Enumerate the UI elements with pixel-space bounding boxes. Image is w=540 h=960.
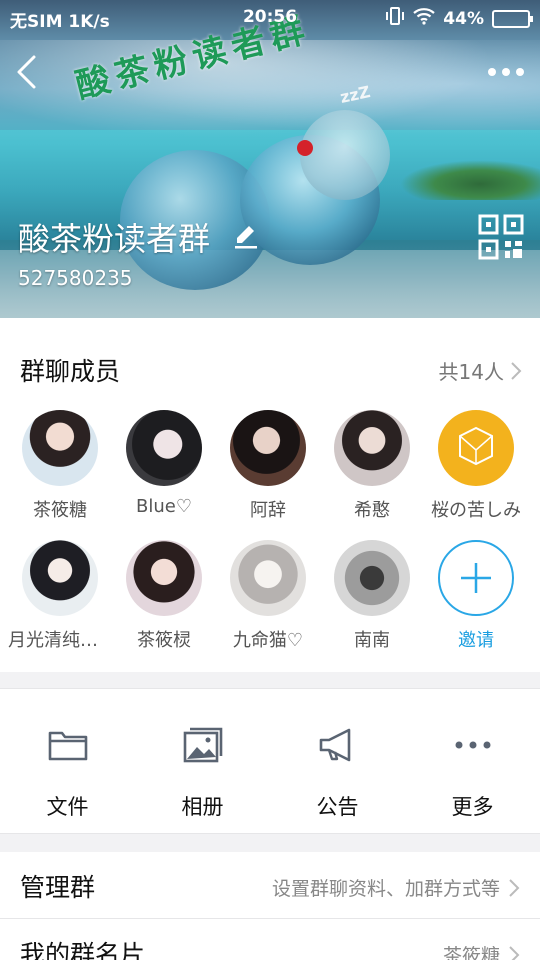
group-id: 527580235 — [18, 266, 133, 290]
more-options-button[interactable] — [484, 58, 528, 86]
my-group-card-row[interactable]: 我的群名片 茶筱糖 — [0, 919, 540, 960]
manage-group-label: 管理群 — [20, 873, 96, 902]
invite-label: 邀请 — [458, 630, 494, 651]
qr-code-icon[interactable] — [478, 214, 524, 260]
member-item[interactable]: 茶筱棂 — [112, 540, 216, 652]
manage-group-value-wrap: 设置群聊资料、加群方式等 — [272, 874, 520, 901]
member-item[interactable]: 阿辞 — [216, 410, 320, 522]
add-icon — [438, 540, 514, 616]
status-bar: 无SIM 1K/s 20:56 44% — [0, 0, 540, 36]
member-name: 阿辞 — [250, 500, 286, 521]
invite-button[interactable]: 邀请 — [424, 540, 528, 652]
avatar — [126, 410, 202, 486]
avatar — [22, 540, 98, 616]
members-count-link[interactable]: 共14人 — [439, 356, 522, 385]
files-button[interactable]: 文件 — [0, 689, 135, 835]
member-name: 南南 — [354, 630, 390, 651]
cover-doraemon-head — [300, 110, 390, 200]
back-button[interactable] — [8, 52, 44, 92]
manage-group-row[interactable]: 管理群 设置群聊资料、加群方式等 — [0, 852, 540, 918]
member-name: 希憨 — [354, 500, 390, 521]
members-count: 共14人 — [438, 360, 504, 384]
battery-icon — [492, 9, 533, 28]
photo-album-icon — [182, 725, 224, 765]
album-label: 相册 — [181, 795, 224, 819]
member-item[interactable]: 桜の苦しみ — [424, 410, 528, 522]
actions-section: 文件 相册 公告 更多 — [0, 688, 540, 834]
avatar — [22, 410, 98, 486]
member-item[interactable]: 九命猫♡ — [216, 540, 320, 652]
avatar — [438, 410, 514, 486]
my-group-card-value: 茶筱糖 — [442, 945, 500, 960]
my-group-card-label: 我的群名片 — [20, 940, 146, 960]
my-group-card-value-wrap: 茶筱糖 — [443, 941, 520, 960]
more-label: 更多 — [451, 795, 494, 819]
announcement-label: 公告 — [316, 795, 359, 819]
members-title: 群聊成员 — [20, 357, 121, 386]
more-button[interactable]: 更多 — [405, 689, 540, 835]
group-name: 酸茶粉读者群 — [18, 220, 211, 258]
avatar — [230, 540, 306, 616]
chevron-right-icon — [511, 361, 522, 380]
member-item[interactable]: 茶筱糖 — [8, 410, 112, 522]
album-button[interactable]: 相册 — [135, 689, 270, 835]
member-name: 桜の苦しみ — [431, 500, 521, 521]
more-dots-icon — [488, 68, 524, 76]
announcement-button[interactable]: 公告 — [270, 689, 405, 835]
files-label: 文件 — [46, 795, 89, 819]
cover-bell — [297, 140, 313, 156]
avatar — [334, 540, 410, 616]
member-item[interactable]: Blue♡ — [112, 410, 216, 517]
member-name: 茶筱棂 — [137, 630, 191, 651]
megaphone-icon — [317, 725, 359, 765]
back-arrow-icon — [17, 55, 36, 89]
group-cover-banner[interactable]: 酸茶粉读者群 zzZ 无SIM 1K/s 20:56 44% 酸茶粉读者群 52… — [0, 0, 540, 318]
member-name: Blue♡ — [136, 496, 192, 517]
member-name: 茶筱糖 — [33, 500, 87, 521]
edit-name-icon[interactable] — [232, 222, 260, 250]
member-item[interactable]: 南南 — [320, 540, 424, 652]
member-item[interactable]: 希憨 — [320, 410, 424, 522]
cover-island — [400, 160, 540, 200]
member-item[interactable]: 月光清纯少女 — [8, 540, 112, 652]
vibrate-icon — [385, 6, 405, 31]
members-section: 群聊成员 共14人 茶筱糖 Blue♡ 阿辞 希憨 桜の苦しみ 月光清纯少女 茶… — [0, 318, 540, 672]
battery-percent: 44% — [443, 8, 484, 29]
chevron-right-icon — [509, 878, 520, 897]
avatar — [334, 410, 410, 486]
folder-icon — [47, 725, 89, 765]
more-dots-icon — [452, 725, 494, 765]
status-right: 44% — [385, 6, 533, 31]
member-name: 月光清纯少女 — [8, 630, 112, 651]
avatar — [126, 540, 202, 616]
manage-group-value: 设置群聊资料、加群方式等 — [271, 878, 500, 900]
member-name: 九命猫♡ — [232, 630, 304, 651]
avatar — [230, 410, 306, 486]
wifi-icon — [413, 7, 436, 30]
chevron-right-icon — [509, 945, 520, 960]
